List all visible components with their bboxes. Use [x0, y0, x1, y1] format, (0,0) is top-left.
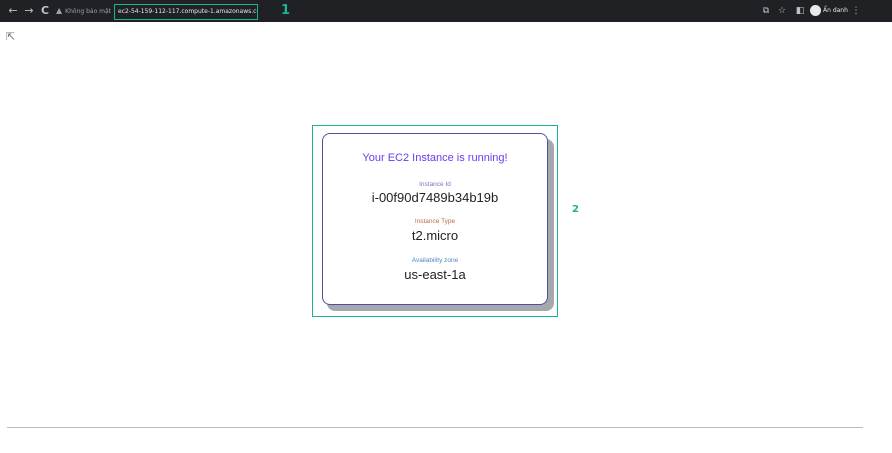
- instance-type-value: t2.micro: [411, 228, 459, 243]
- annotation-marker-1: 1: [281, 3, 291, 18]
- mouse-cursor-icon: ⇱: [6, 30, 16, 43]
- availability-zone-label: Availability zone: [411, 257, 459, 264]
- security-indicator[interactable]: ▲ Không bảo mật: [56, 5, 111, 17]
- reload-icon[interactable]: C: [38, 3, 52, 19]
- page-divider: [7, 427, 863, 428]
- card-title: Your EC2 Instance is running!: [362, 152, 508, 164]
- security-label: Không bảo mật: [65, 8, 112, 15]
- side-panel-icon[interactable]: ◧: [794, 4, 806, 18]
- annotation-marker-2: 2: [572, 204, 579, 215]
- profile-label[interactable]: Ẩn danh: [823, 5, 848, 17]
- instance-type-label: Instance Type: [414, 218, 456, 225]
- forward-arrow-icon[interactable]: →: [22, 3, 36, 19]
- instance-id-value: i-00f90d7489b34b19b: [371, 190, 499, 205]
- bookmark-star-icon[interactable]: ☆: [776, 4, 788, 18]
- warning-triangle-icon: ▲: [56, 6, 63, 15]
- instance-id-label: Instance Id: [419, 181, 451, 188]
- translate-icon[interactable]: ⧉: [760, 4, 772, 18]
- browser-menu-icon[interactable]: ⋮: [851, 4, 861, 18]
- browser-toolbar: ← → C ▲ Không bảo mật ec2-54-159-112-117.…: [0, 0, 892, 22]
- back-arrow-icon[interactable]: ←: [6, 3, 20, 19]
- availability-zone-value: us-east-1a: [404, 267, 466, 282]
- address-bar[interactable]: ec2-54-159-112-117.compute-1.amazonaws.c…: [114, 4, 258, 20]
- instance-info-card: Your EC2 Instance is running! Instance I…: [322, 133, 548, 305]
- incognito-profile-icon[interactable]: [810, 5, 821, 16]
